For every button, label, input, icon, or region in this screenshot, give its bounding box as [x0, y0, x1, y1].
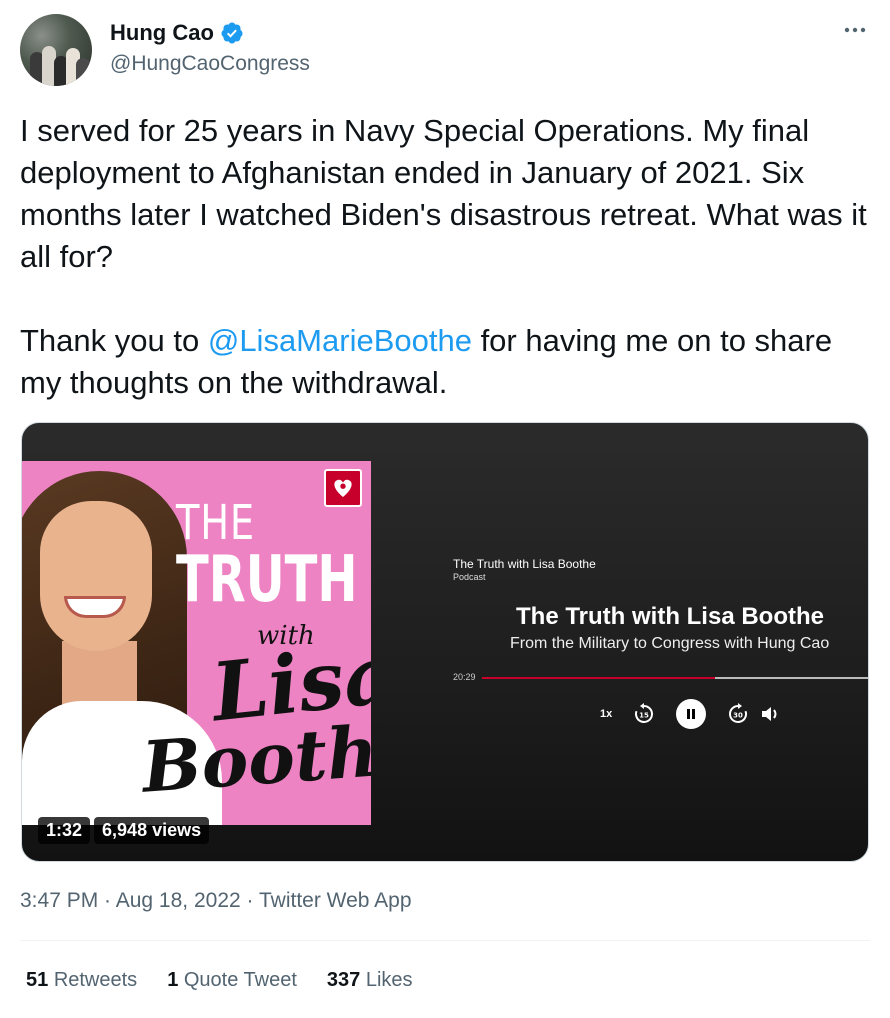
verified-badge-icon	[221, 22, 243, 44]
retweets-label: Retweets	[53, 969, 138, 991]
cover-title-truth: TRUTH	[176, 543, 358, 617]
tweet-header: Hung Cao @HungCaoCongress	[20, 14, 870, 88]
tweet-text-fragment: Thank you to	[20, 323, 208, 358]
forward-30-icon[interactable]: 30	[726, 702, 750, 726]
mention-link[interactable]: @LisaMarieBoothe	[208, 323, 472, 358]
iheartradio-logo-icon	[324, 469, 362, 507]
video-views: 6,948 views	[94, 817, 210, 844]
tweet-source[interactable]: Twitter Web App	[259, 889, 412, 912]
likes-label: Likes	[365, 969, 413, 991]
tweet-paragraph: Thank you to @LisaMarieBoothe for having…	[20, 320, 870, 404]
meta-separator: ·	[240, 889, 259, 912]
svg-text:15: 15	[639, 712, 649, 720]
podcast-label: The Truth with Lisa Boothe	[453, 557, 596, 571]
video-player[interactable]: THE TRUTH with Lisa Boothe 1:32 6,948 vi…	[21, 422, 869, 862]
tweet-metadata: 3:47 PM · Aug 18, 2022 · Twitter Web App	[20, 889, 412, 913]
engagement-stats: 51 Retweets 1 Quote Tweet 337 Likes	[26, 969, 413, 992]
author-name[interactable]: Hung Cao	[110, 20, 214, 46]
playback-speed-button[interactable]: 1x	[600, 708, 612, 720]
progress-bar[interactable]	[482, 677, 868, 679]
video-duration: 1:32	[38, 817, 91, 844]
divider	[20, 940, 870, 941]
tweet-date[interactable]: Aug 18, 2022	[116, 889, 241, 912]
episode-title: The Truth with Lisa Boothe	[516, 603, 824, 630]
rewind-15-icon[interactable]: 15	[632, 702, 656, 726]
likes-count: 337	[326, 969, 361, 991]
elapsed-time: 20:29	[453, 672, 476, 682]
episode-subtitle: From the Military to Congress with Hung …	[510, 635, 830, 652]
meta-separator: ·	[98, 889, 116, 912]
author-handle[interactable]: @HungCaoCongress	[110, 52, 310, 76]
podcast-cover-art: THE TRUTH with Lisa Boothe	[22, 461, 371, 825]
likes-stat[interactable]: 337 Likes	[327, 969, 413, 992]
quote-tweets-stat[interactable]: 1 Quote Tweet	[167, 969, 297, 992]
video-info-chips: 1:32 6,948 views	[38, 817, 210, 844]
retweets-stat[interactable]: 51 Retweets	[26, 969, 137, 992]
pause-button[interactable]	[676, 699, 707, 729]
pause-icon	[687, 709, 696, 719]
tweet-paragraph: I served for 25 years in Navy Special Op…	[20, 113, 867, 274]
retweets-count: 51	[26, 969, 49, 991]
more-options-icon[interactable]	[840, 18, 870, 42]
podcast-type: Podcast	[453, 572, 486, 582]
tweet-time[interactable]: 3:47 PM	[20, 889, 98, 912]
tweet-text: I served for 25 years in Navy Special Op…	[20, 110, 870, 404]
volume-icon[interactable]	[758, 702, 782, 726]
svg-text:30: 30	[733, 712, 743, 720]
avatar[interactable]	[20, 14, 92, 86]
quotes-count: 1	[167, 969, 179, 991]
quotes-label: Quote Tweet	[183, 969, 297, 991]
progress-fill	[482, 677, 715, 679]
player-controls: 1x 15 30	[600, 699, 782, 729]
